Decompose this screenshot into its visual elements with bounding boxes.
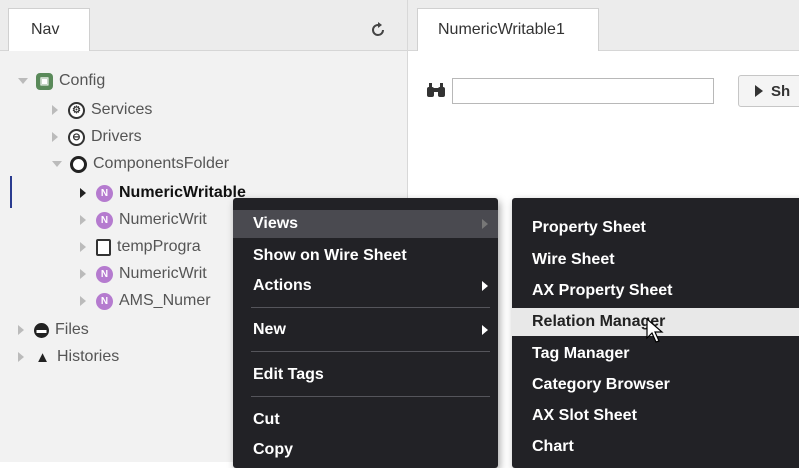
menu-item-edit-tags[interactable]: Edit Tags bbox=[233, 361, 498, 389]
tab-numeric-writable1[interactable]: NumericWritable1 bbox=[417, 8, 599, 51]
menu-item-views[interactable]: Views bbox=[233, 210, 498, 238]
menu-item-cut[interactable]: Cut bbox=[233, 406, 498, 434]
menu-item-label: Cut bbox=[253, 411, 280, 428]
tree-item-label: Services bbox=[91, 101, 153, 118]
folder-icon bbox=[70, 155, 87, 173]
menu-item-label: New bbox=[253, 321, 286, 338]
search-input[interactable] bbox=[452, 78, 714, 104]
menu-separator bbox=[251, 351, 490, 352]
tree-item-files[interactable]: ▬ Files bbox=[18, 319, 89, 341]
tree-item-histories[interactable]: ▲ Histories bbox=[18, 346, 119, 368]
submenu-arrow-icon bbox=[482, 219, 488, 229]
menu-item-label: Wire Sheet bbox=[532, 251, 615, 268]
menu-item-property-sheet[interactable]: Property Sheet bbox=[512, 214, 799, 242]
expand-toggle-icon[interactable] bbox=[52, 105, 58, 115]
files-icon: ▬ bbox=[34, 322, 49, 338]
tree-item-drivers[interactable]: ⊖ Drivers bbox=[52, 126, 142, 148]
refresh-icon[interactable] bbox=[370, 22, 386, 38]
menu-item-label: Chart bbox=[532, 438, 574, 455]
numeric-point-icon: N bbox=[96, 211, 113, 229]
menu-item-category-browser[interactable]: Category Browser bbox=[512, 371, 799, 399]
menu-item-ax-property-sheet[interactable]: AX Property Sheet bbox=[512, 277, 799, 305]
menu-separator bbox=[251, 396, 490, 397]
tree-item-numeric-writable-2[interactable]: N NumericWrit bbox=[80, 209, 207, 231]
tree-item-services[interactable]: ⚙ Services bbox=[52, 99, 152, 121]
tree-item-numeric-writable-3[interactable]: N NumericWrit bbox=[80, 263, 207, 285]
numeric-point-icon: N bbox=[96, 184, 113, 202]
selection-indicator bbox=[10, 176, 12, 208]
expand-toggle-icon[interactable] bbox=[18, 352, 24, 362]
numeric-point-icon: N bbox=[96, 292, 113, 310]
binoculars-icon bbox=[427, 83, 445, 97]
menu-item-wire-sheet[interactable]: Wire Sheet bbox=[512, 246, 799, 274]
menu-item-tag-manager[interactable]: Tag Manager bbox=[512, 340, 799, 368]
menu-item-label: AX Slot Sheet bbox=[532, 407, 637, 424]
menu-item-label: Property Sheet bbox=[532, 219, 646, 236]
menu-item-copy[interactable]: Copy bbox=[233, 436, 498, 464]
tree-item-label: NumericWritable bbox=[119, 184, 246, 201]
expand-toggle-icon[interactable] bbox=[80, 269, 86, 279]
menu-item-label: Edit Tags bbox=[253, 366, 324, 383]
expand-toggle-icon[interactable] bbox=[80, 188, 86, 198]
expand-toggle-icon[interactable] bbox=[18, 78, 28, 84]
expand-toggle-icon[interactable] bbox=[80, 296, 86, 306]
services-icon: ⚙ bbox=[68, 101, 85, 119]
tree-item-label: Drivers bbox=[91, 128, 142, 145]
menu-item-label: Category Browser bbox=[532, 376, 670, 393]
menu-item-label: Copy bbox=[253, 441, 293, 458]
tree-item-numeric-writable[interactable]: N NumericWritable bbox=[80, 182, 246, 204]
tab-nav[interactable]: Nav bbox=[8, 8, 90, 51]
histories-icon: ▲ bbox=[35, 348, 50, 366]
tree-item-label: ComponentsFolder bbox=[93, 155, 230, 172]
context-menu: Views Show on Wire Sheet Actions New Edi… bbox=[233, 198, 498, 468]
drivers-icon: ⊖ bbox=[68, 128, 85, 146]
tree-item-config[interactable]: ▣ Config bbox=[18, 70, 105, 92]
menu-item-label: Views bbox=[253, 215, 299, 232]
submenu-arrow-icon bbox=[482, 325, 488, 335]
tree-item-label: NumericWrit bbox=[119, 211, 207, 228]
menu-item-label: AX Property Sheet bbox=[532, 282, 673, 299]
play-icon bbox=[755, 85, 763, 97]
menu-separator bbox=[251, 307, 490, 308]
tree-item-components-folder[interactable]: ComponentsFolder bbox=[52, 153, 229, 175]
show-button-label: Sh bbox=[771, 82, 791, 100]
expand-toggle-icon[interactable] bbox=[18, 325, 24, 335]
submenu-arrow-icon bbox=[482, 281, 488, 291]
tree-item-label: Files bbox=[55, 321, 89, 338]
menu-item-label: Show on Wire Sheet bbox=[253, 247, 407, 264]
expand-toggle-icon[interactable] bbox=[80, 242, 86, 252]
menu-item-chart[interactable]: Chart bbox=[512, 433, 799, 461]
tree-item-label: NumericWrit bbox=[119, 265, 207, 282]
menu-item-actions[interactable]: Actions bbox=[233, 272, 498, 300]
numeric-point-icon: N bbox=[96, 265, 113, 283]
menu-item-show-on-wire-sheet[interactable]: Show on Wire Sheet bbox=[233, 242, 498, 270]
expand-toggle-icon[interactable] bbox=[52, 132, 58, 142]
mouse-cursor-icon bbox=[646, 318, 664, 343]
tree-item-ams-numeric[interactable]: N AMS_Numer bbox=[80, 290, 211, 312]
tree-item-label: tempProgra bbox=[117, 238, 201, 255]
expand-toggle-icon[interactable] bbox=[80, 215, 86, 225]
menu-item-label: Tag Manager bbox=[532, 345, 630, 362]
station-icon: ▣ bbox=[36, 72, 53, 90]
tree-item-label: Histories bbox=[57, 348, 120, 365]
tree-item-temp-program[interactable]: tempProgra bbox=[80, 236, 201, 258]
menu-item-ax-slot-sheet[interactable]: AX Slot Sheet bbox=[512, 402, 799, 430]
tree-item-label: AMS_Numer bbox=[119, 292, 211, 309]
tree-item-label: Config bbox=[59, 72, 106, 89]
menu-item-new[interactable]: New bbox=[233, 316, 498, 344]
program-icon bbox=[96, 238, 111, 256]
menu-item-label: Actions bbox=[253, 277, 312, 294]
show-button[interactable]: Sh bbox=[738, 75, 799, 107]
expand-toggle-icon[interactable] bbox=[52, 161, 62, 167]
